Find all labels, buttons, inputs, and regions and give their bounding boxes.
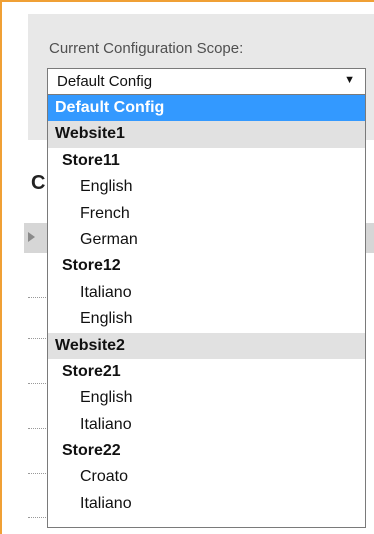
scope-option-view[interactable]: German <box>48 227 365 253</box>
scope-select[interactable]: Default Config ▼ <box>47 68 366 95</box>
scope-option-website[interactable]: Website1 <box>48 121 365 148</box>
dotted-divider <box>28 297 46 298</box>
dotted-divider <box>28 383 46 384</box>
scope-option-store[interactable]: Store11 <box>48 148 365 174</box>
dotted-divider <box>28 517 46 518</box>
scope-dropdown-list[interactable]: Default Config Website1 Store11 English Fren… <box>47 95 366 528</box>
underlying-heading: C <box>31 172 46 194</box>
scope-option-website[interactable]: Website2 <box>48 332 365 359</box>
dotted-divider <box>28 473 46 474</box>
scope-option-view[interactable]: French <box>48 201 365 227</box>
scope-option-view[interactable]: Italiano <box>48 491 365 517</box>
scope-label: Current Configuration Scope: <box>49 40 244 57</box>
scope-option-selected[interactable]: Default Config <box>48 95 365 122</box>
scope-option-view[interactable]: Italiano <box>48 280 365 306</box>
expand-arrow-icon <box>28 232 35 242</box>
dotted-divider <box>28 428 46 429</box>
scope-option-store[interactable]: Store22 <box>48 438 365 464</box>
scope-option-view[interactable]: English <box>48 306 365 332</box>
scope-option-view[interactable]: English <box>48 174 365 200</box>
scope-select-value: Default Config <box>57 73 153 90</box>
scope-option-view[interactable]: English <box>48 385 365 411</box>
scope-option-store[interactable]: Store21 <box>48 359 365 385</box>
scope-option-view[interactable]: Croato <box>48 464 365 490</box>
scope-option-store[interactable]: Store12 <box>48 253 365 279</box>
dropdown-arrow-icon: ▼ <box>344 74 355 86</box>
dotted-divider <box>28 338 46 339</box>
scope-option-view[interactable]: Italiano <box>48 412 365 438</box>
